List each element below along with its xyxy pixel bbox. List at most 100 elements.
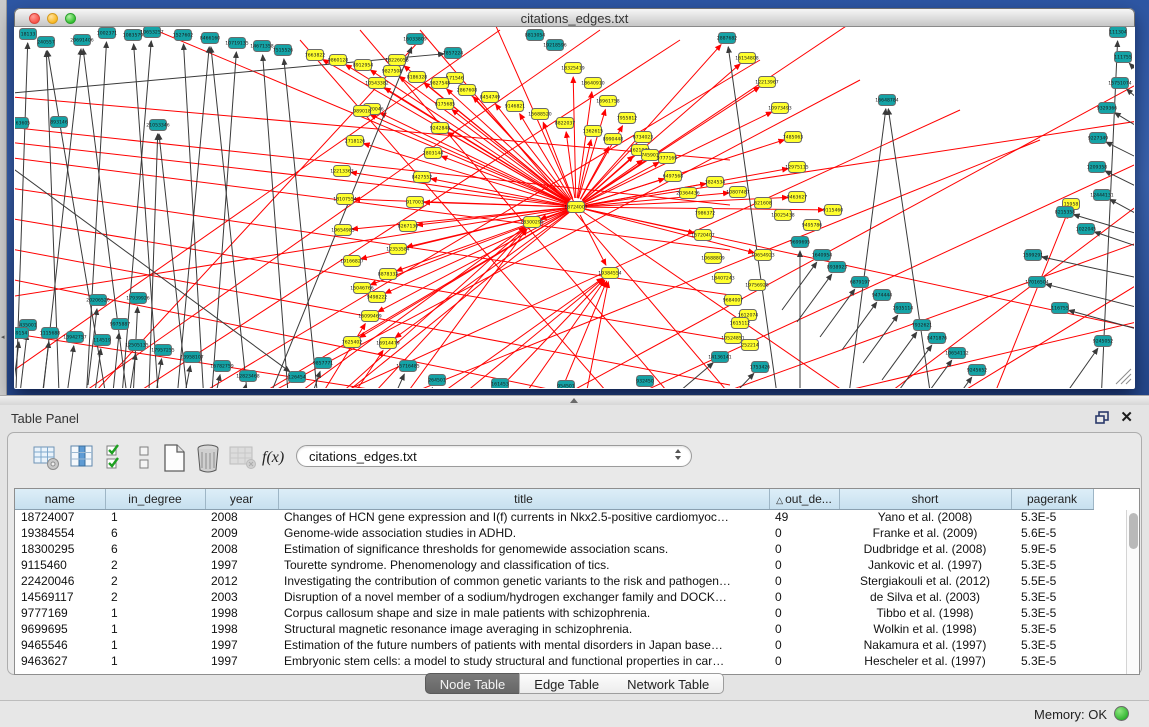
citation-edge-black[interactable] (263, 55, 290, 388)
citation-edge-black[interactable] (863, 315, 898, 363)
network-node[interactable]: 161453 (491, 379, 509, 389)
citation-edge-red[interactable] (582, 45, 721, 201)
network-node[interactable]: 621608 (754, 198, 772, 209)
network-node[interactable]: 7485063 (783, 132, 804, 143)
table-row[interactable]: 946554611997Estimation of the future num… (15, 637, 1093, 653)
network-node[interactable]: 1209358 (1087, 162, 1108, 173)
network-node[interactable]: 9777169 (657, 153, 678, 164)
table-cell[interactable]: 0 (769, 653, 839, 669)
citation-edge-black[interactable] (1129, 63, 1134, 82)
network-node[interactable]: 2803144 (423, 148, 444, 159)
column-header-pagerank[interactable]: pagerank (1011, 489, 1093, 509)
network-node[interactable]: 3824534 (705, 177, 726, 188)
table-cell[interactable]: Nakamura et al. (1997) (839, 637, 1011, 653)
network-node[interactable]: 264501 (428, 375, 446, 386)
network-node[interactable]: 39154 (15, 328, 29, 339)
citation-edge-red[interactable] (573, 77, 576, 198)
network-node[interactable]: 9827548 (430, 78, 451, 89)
table-cell[interactable]: Corpus callosum shape and size in male p… (278, 605, 769, 621)
column-header-year[interactable]: year (205, 489, 278, 509)
network-node[interactable]: 10025438 (771, 210, 794, 221)
table-cell[interactable]: 5.9E-5 (1011, 541, 1093, 557)
network-node[interactable]: 111755 (1114, 52, 1132, 63)
network-node[interactable]: 16033809 (403, 34, 426, 45)
citation-edge-red[interactable] (680, 320, 1134, 388)
citation-edge-red[interactable] (15, 207, 576, 300)
network-node[interactable]: 12505135 (125, 340, 148, 351)
network-node[interactable]: 12213967 (755, 77, 778, 88)
table-cell[interactable]: 5.3E-5 (1011, 653, 1093, 669)
canvas-resize-grip[interactable] (1116, 369, 1131, 384)
table-cell[interactable]: Wolkin et al. (1998) (839, 621, 1011, 637)
table-cell[interactable]: 5.3E-5 (1011, 605, 1093, 621)
network-node[interactable]: 19384554 (598, 268, 621, 279)
network-node[interactable]: 9975887 (110, 319, 131, 330)
network-node[interactable]: 114519 (93, 335, 111, 346)
network-node[interactable]: 18300295 (520, 217, 543, 228)
network-node[interactable]: 1615112 (730, 318, 751, 329)
citation-edge-black[interactable] (1058, 348, 1098, 388)
network-node[interactable]: 893146 (50, 117, 68, 128)
window-titlebar[interactable]: citations_edges.txt (14, 8, 1135, 27)
network-node[interactable]: 18325419 (561, 63, 584, 74)
network-node[interactable]: 8822037 (555, 118, 576, 129)
table-cell[interactable]: 2008 (205, 541, 278, 557)
table-cell[interactable]: 5.3E-5 (1011, 621, 1093, 637)
network-node[interactable]: 19756928 (745, 280, 768, 291)
table-cell[interactable]: Yano et al. (2008) (839, 509, 1011, 525)
network-node[interactable]: 9245052 (1093, 336, 1114, 347)
network-node[interactable]: 16914479 (376, 338, 399, 349)
network-node[interactable]: 15716485 (396, 361, 419, 372)
table-cell[interactable]: 9465546 (15, 637, 105, 653)
network-node[interactable]: 7857224 (443, 48, 464, 59)
network-node[interactable]: 1022045 (1076, 224, 1097, 235)
network-node[interactable]: 7663822 (305, 50, 326, 61)
table-cell[interactable]: 0 (769, 605, 839, 621)
table-cell[interactable]: 5.3E-5 (1011, 637, 1093, 653)
network-node[interactable]: 989018 (353, 106, 371, 117)
network-node[interactable]: 19218596 (543, 40, 566, 51)
table-cell[interactable]: Dudbridge et al. (2008) (839, 541, 1011, 557)
network-node[interactable]: 10973493 (768, 103, 791, 114)
column-header-short[interactable]: short (839, 489, 1011, 509)
network-node[interactable]: 2163605 (15, 118, 30, 129)
table-cell[interactable]: 5.3E-5 (1011, 557, 1093, 573)
network-node[interactable]: 13942757 (63, 332, 86, 343)
table-cell[interactable]: 1997 (205, 557, 278, 573)
new-file-icon[interactable] (160, 443, 188, 473)
table-cell[interactable]: 2008 (205, 509, 278, 525)
network-node[interactable]: 19166827 (340, 256, 363, 267)
network-node[interactable]: 9684007 (723, 295, 744, 306)
network-node[interactable]: 16782759 (210, 361, 233, 372)
citation-edge-red[interactable] (448, 133, 568, 203)
table-row[interactable]: 946362711997Embryonic stem cells: a mode… (15, 653, 1093, 669)
network-node[interactable]: 9245652 (967, 365, 988, 376)
network-node[interactable]: 1362615 (583, 126, 604, 137)
table-row[interactable]: 1830029562008Estimation of significance … (15, 541, 1093, 557)
table-cell[interactable]: 5.3E-5 (1011, 509, 1093, 525)
column-header-title[interactable]: title (278, 489, 769, 509)
table-cell[interactable]: Investigating the contribution of common… (278, 573, 769, 589)
network-node[interactable]: 8427552 (412, 172, 433, 183)
table-cell[interactable]: 49 (769, 509, 839, 525)
citation-edge-black[interactable] (211, 47, 250, 388)
network-node[interactable]: 20691406 (70, 35, 93, 46)
scrollbar-thumb[interactable] (1129, 513, 1138, 549)
table-cell[interactable]: 2012 (205, 573, 278, 589)
table-settings-icon[interactable] (32, 443, 60, 471)
table-cell[interactable]: Stergiakouli et al. (2012) (839, 573, 1011, 589)
table-row[interactable]: 2242004622012Investigating the contribut… (15, 573, 1093, 589)
table-cell[interactable]: 0 (769, 573, 839, 589)
table-cell[interactable]: Tibbo et al. (1998) (839, 605, 1011, 621)
network-node[interactable]: 917003 (406, 197, 424, 208)
network-node[interactable]: 9146821 (505, 101, 526, 112)
network-node[interactable]: 12353584 (386, 244, 409, 255)
network-node[interactable]: 17957255 (151, 345, 174, 356)
network-node[interactable]: 7515526 (273, 45, 294, 56)
table-cell[interactable]: 1997 (205, 653, 278, 669)
network-node[interactable]: 2935114 (893, 303, 914, 314)
network-node[interactable]: 8454749 (480, 92, 501, 103)
network-node[interactable]: 9463627 (787, 192, 808, 203)
citation-edge-red[interactable] (390, 278, 603, 388)
tab-node-table[interactable]: Node Table (425, 673, 520, 694)
